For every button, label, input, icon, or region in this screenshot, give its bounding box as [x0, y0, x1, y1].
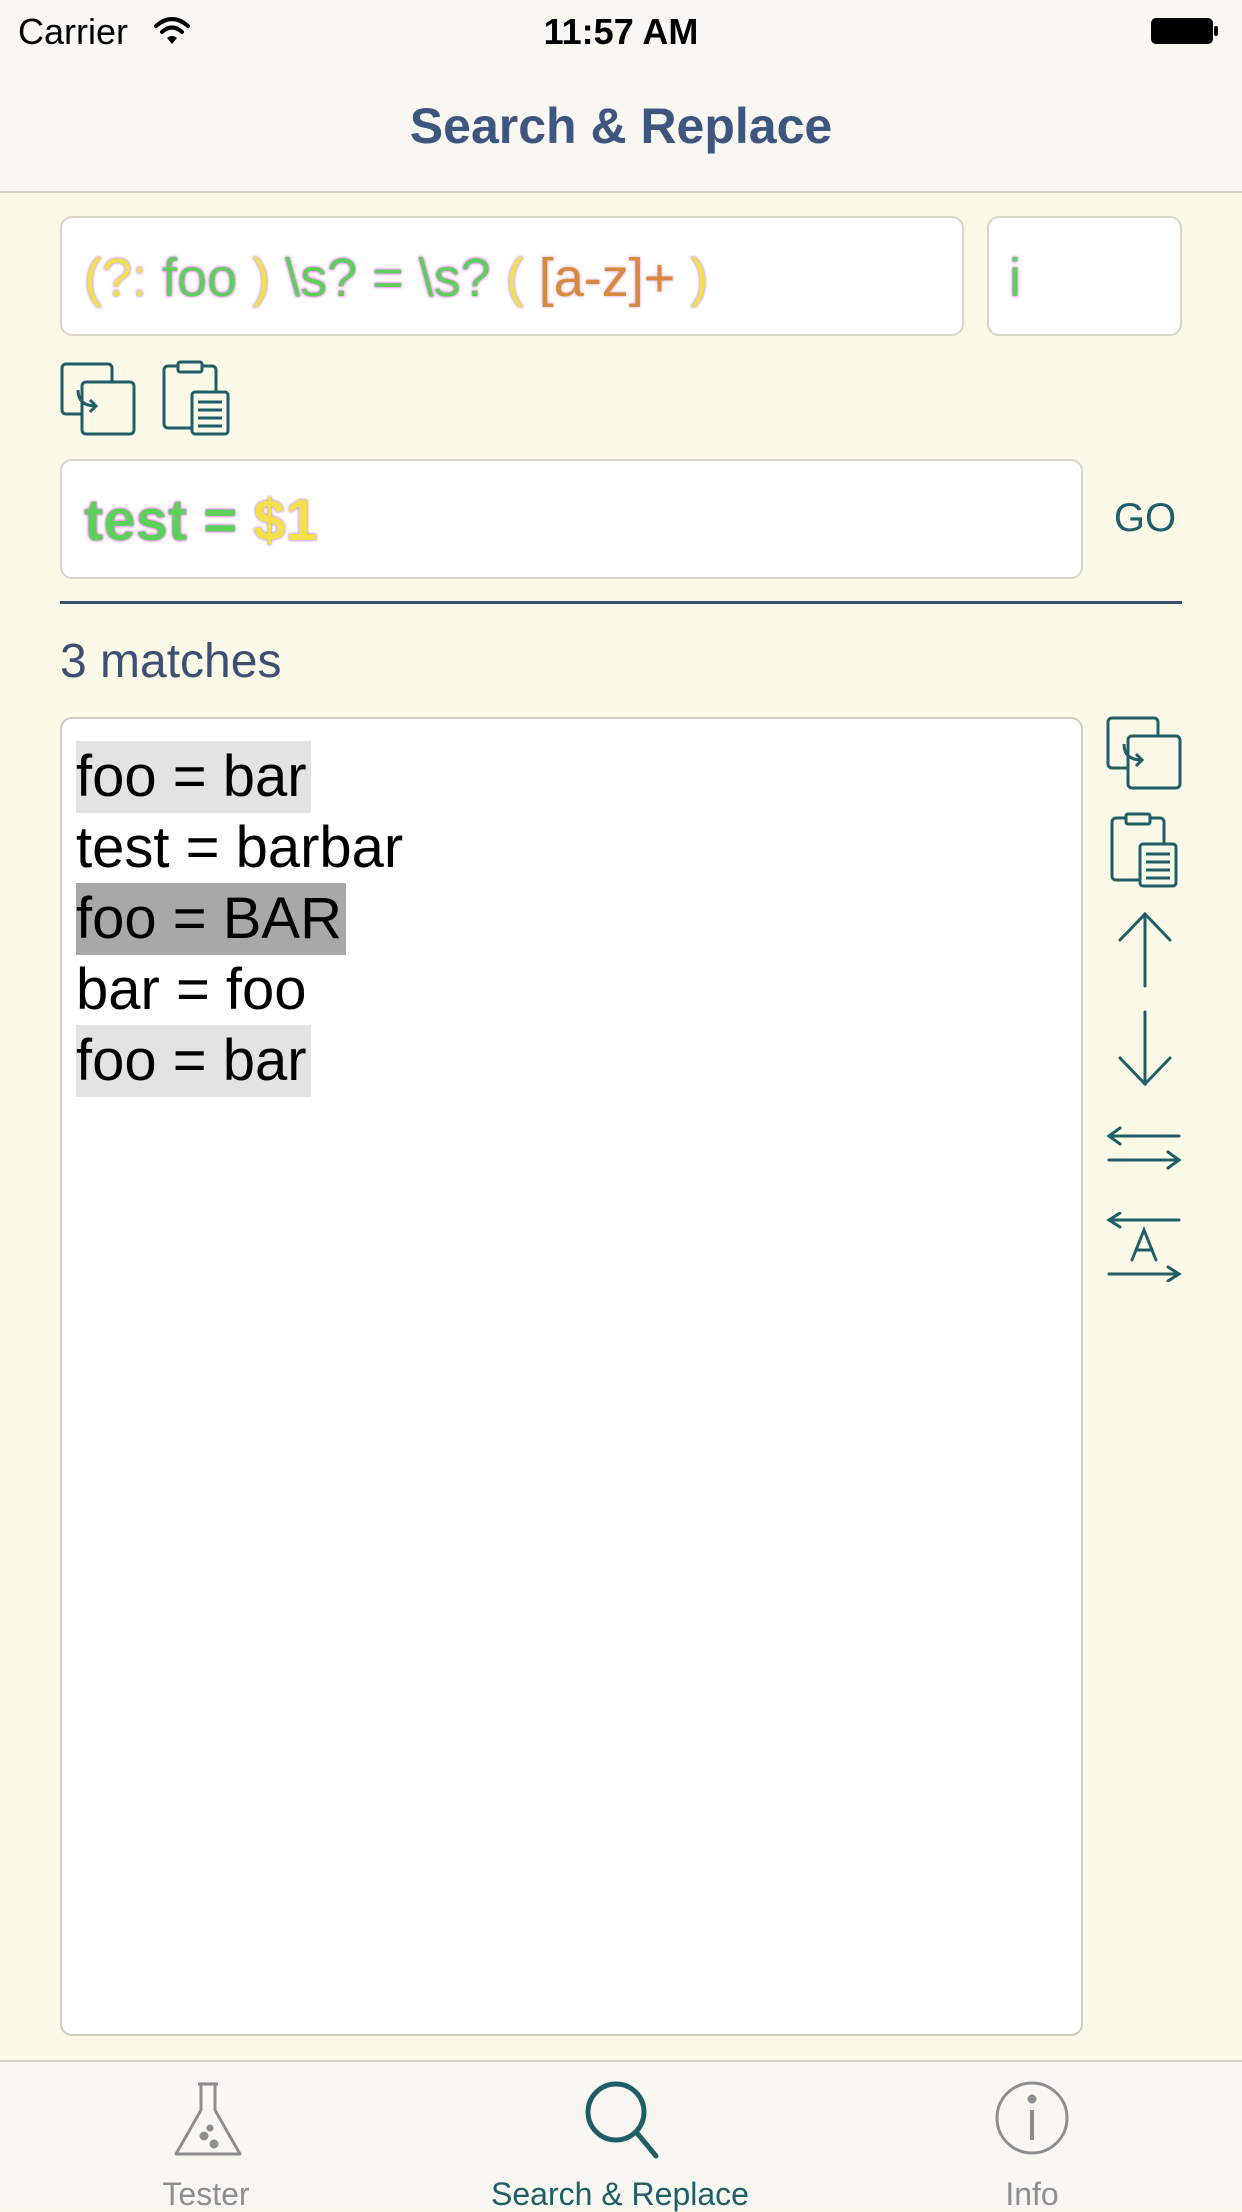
- battery-icon: [1150, 16, 1220, 46]
- tab-search-replace[interactable]: Search & Replace: [440, 2062, 800, 2212]
- result-text-view[interactable]: foo = bar test = barbar foo = BAR bar = foo…: [60, 717, 1083, 2036]
- replace-input[interactable]: test = $1: [60, 459, 1083, 579]
- swap-text-icon[interactable]: [1106, 1212, 1182, 1282]
- pattern-text: (?: foo ) \s? = \s? ( [a-z]+ ): [84, 248, 708, 308]
- flask-icon: [170, 2080, 246, 2160]
- syntax-token: foo: [147, 248, 253, 308]
- go-button[interactable]: GO: [1100, 490, 1190, 546]
- tab-tester[interactable]: Tester: [60, 2062, 352, 2212]
- divider: [60, 601, 1182, 604]
- tab-label: Tester: [162, 2176, 250, 2212]
- info-icon: [994, 2080, 1070, 2156]
- syntax-token: \s? = \s?: [270, 248, 506, 308]
- result-line-match: foo = bar: [76, 741, 311, 813]
- match-count-label: 3 matches: [60, 635, 282, 688]
- paste-replace-icon[interactable]: [60, 360, 136, 436]
- pattern-input[interactable]: (?: foo ) \s? = \s? ( [a-z]+ ): [60, 216, 964, 336]
- clipboard-icon[interactable]: [162, 360, 232, 436]
- clock: 11:57 AM: [543, 11, 699, 52]
- syntax-token: $1: [253, 488, 318, 553]
- flags-input[interactable]: i: [987, 216, 1182, 336]
- result-line: test = barbar: [76, 815, 404, 880]
- syntax-token: ): [690, 248, 709, 308]
- navigation-bar: Carrier 11:57 AM Search & Replace: [0, 0, 1242, 193]
- search-icon: [582, 2078, 662, 2162]
- result-line-match: foo = BAR: [76, 883, 346, 955]
- clipboard-icon[interactable]: [1110, 812, 1180, 888]
- paste-replace-icon[interactable]: [1106, 714, 1182, 790]
- flags-text: i: [1009, 248, 1021, 308]
- tab-bar: Tester Search & Replace Info: [0, 2060, 1242, 2212]
- result-line-match: foo = bar: [76, 1025, 311, 1097]
- tab-label: Info: [1005, 2176, 1059, 2212]
- swap-arrows-icon[interactable]: [1106, 1126, 1182, 1170]
- arrow-up-icon[interactable]: [1114, 910, 1176, 990]
- tab-label: Search & Replace: [491, 2176, 749, 2212]
- tab-info[interactable]: Info: [912, 2062, 1152, 2212]
- page-title: Search & Replace: [409, 98, 833, 154]
- syntax-token: (: [505, 248, 524, 308]
- syntax-token: ): [252, 248, 271, 308]
- replace-text: test = $1: [84, 491, 318, 551]
- syntax-token: [a-z]+: [523, 248, 691, 308]
- result-line: bar = foo: [76, 957, 307, 1022]
- syntax-token: test =: [84, 488, 254, 553]
- syntax-token: (?:: [84, 248, 148, 308]
- arrow-down-icon[interactable]: [1114, 1008, 1176, 1088]
